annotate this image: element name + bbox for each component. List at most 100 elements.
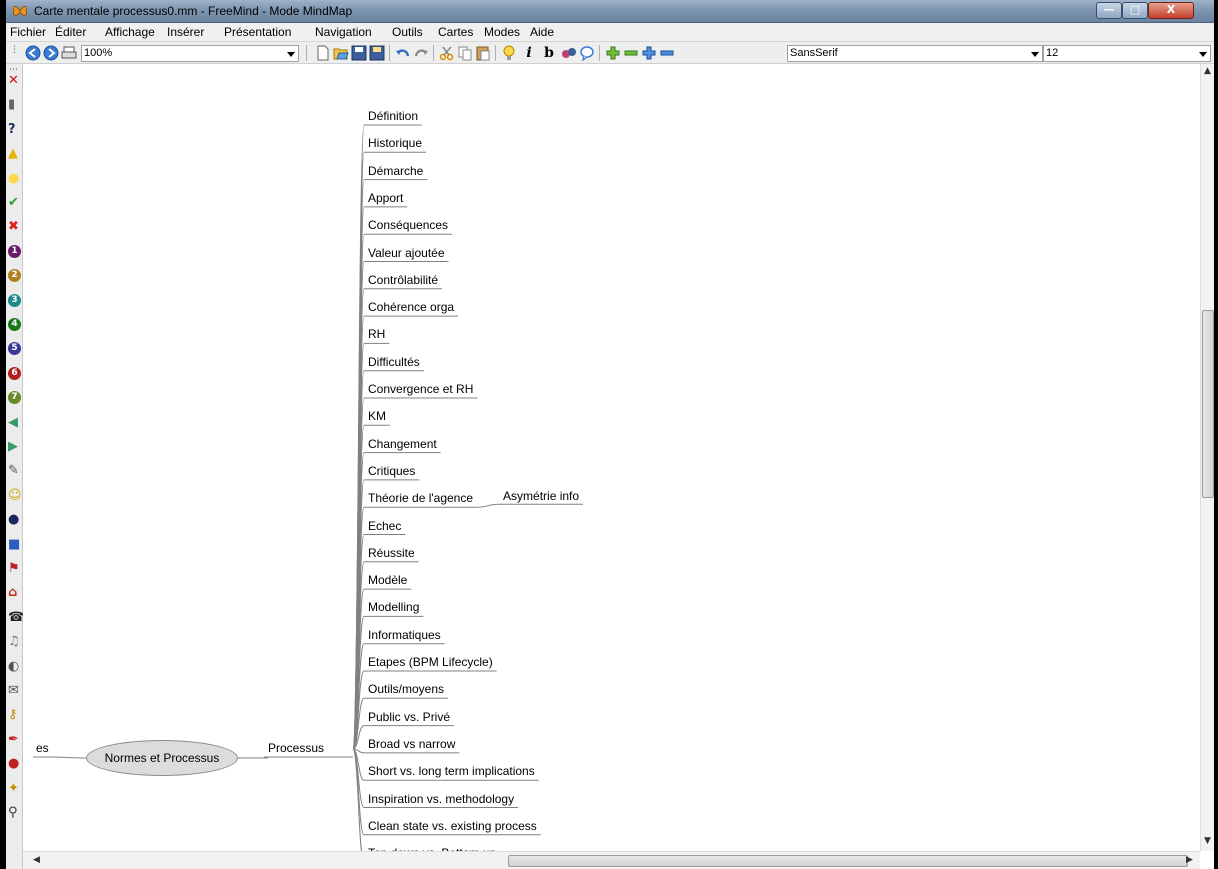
child-node[interactable]: Public vs. Privé [368, 710, 450, 724]
glasses-icon[interactable]: ◐ [8, 660, 21, 673]
child-node[interactable]: Apport [368, 191, 403, 205]
italic-button[interactable]: i [521, 45, 537, 61]
plus-blue-icon[interactable] [641, 45, 657, 61]
arrow-left-icon[interactable]: ◀ [8, 416, 21, 429]
priority-6-icon[interactable]: 6 [8, 366, 21, 380]
phone-icon[interactable]: ☎ [8, 611, 24, 624]
scroll-up-icon[interactable]: ▲ [1204, 66, 1211, 76]
pencil-icon[interactable]: ✎ [8, 464, 21, 477]
scroll-right-icon[interactable]: ▶ [1186, 855, 1193, 865]
paste-icon[interactable] [475, 45, 491, 61]
menu-outils[interactable]: Outils [392, 25, 423, 39]
grandchild-node[interactable]: Asymétrie info [503, 489, 579, 503]
close-button[interactable]: X [1148, 2, 1194, 19]
open-folder-icon[interactable] [333, 45, 349, 61]
child-node[interactable]: Conséquences [368, 218, 448, 232]
priority-1-icon[interactable]: 1 [8, 244, 21, 258]
vertical-scrollbar[interactable]: ▲ ▼ [1200, 64, 1214, 851]
save-icon[interactable] [351, 45, 367, 61]
child-node[interactable]: Short vs. long term implications [368, 764, 535, 778]
minimize-button[interactable]: — [1096, 2, 1122, 19]
menu-navigation[interactable]: Navigation [315, 25, 372, 39]
arrow-right-icon[interactable]: ▶ [8, 440, 21, 453]
child-node[interactable]: Réussite [368, 546, 415, 560]
home-icon[interactable]: ⌂ [8, 586, 21, 599]
delete-icon[interactable]: ✕ [8, 74, 21, 87]
child-node[interactable]: Difficultés [368, 355, 420, 369]
plus-green-icon[interactable] [605, 45, 621, 61]
child-node[interactable]: KM [368, 409, 386, 423]
child-node[interactable]: Critiques [368, 464, 415, 478]
menu-affichage[interactable]: Affichage [105, 25, 155, 39]
child-node[interactable]: Convergence et RH [368, 382, 473, 396]
menu-modes[interactable]: Modes [484, 25, 520, 39]
print-icon[interactable] [61, 45, 77, 61]
scroll-down-icon[interactable]: ▼ [1204, 836, 1211, 846]
maximize-button[interactable]: □ [1122, 2, 1148, 19]
smiley-icon[interactable]: ☺ [8, 489, 22, 502]
redo-icon[interactable] [413, 45, 429, 61]
back-icon[interactable] [25, 45, 41, 61]
menu-fichier[interactable]: Fichier [10, 25, 46, 39]
child-node[interactable]: Définition [368, 109, 418, 123]
child-node[interactable]: Inspiration vs. methodology [368, 792, 514, 806]
speech-bubble-icon[interactable] [579, 45, 595, 61]
cross-icon[interactable]: ✖ [8, 220, 21, 233]
book-icon[interactable]: ■ [8, 538, 21, 551]
child-node[interactable]: Cohérence orga [368, 300, 454, 314]
scroll-left-icon[interactable]: ◀ [33, 855, 40, 865]
forward-icon[interactable] [43, 45, 59, 61]
priority-2-icon[interactable]: 2 [8, 269, 21, 283]
key-icon[interactable]: ⚷ [8, 708, 21, 721]
warning-icon[interactable]: ▲ [8, 147, 21, 160]
question-icon[interactable]: ? [8, 123, 21, 136]
priority-4-icon[interactable]: 4 [8, 318, 21, 331]
lightbulb-icon[interactable] [501, 45, 517, 61]
stop-light-icon[interactable]: ● [8, 757, 21, 770]
magic-wand-icon[interactable]: ✦ [8, 782, 21, 795]
font-size-select[interactable]: 12 [1043, 45, 1211, 62]
branch-node[interactable]: Processus [268, 741, 324, 755]
cut-icon[interactable] [439, 45, 455, 61]
child-node[interactable]: Démarche [368, 164, 423, 178]
minus-blue-icon[interactable] [659, 45, 675, 61]
save-as-icon[interactable] [369, 45, 385, 61]
menu-aide[interactable]: Aide [530, 25, 554, 39]
child-node[interactable]: Modèle [368, 573, 407, 587]
menu-editer[interactable]: Éditer [55, 25, 86, 39]
child-node[interactable]: Valeur ajoutée [368, 246, 445, 260]
bold-button[interactable]: b [541, 45, 557, 61]
child-node[interactable]: RH [368, 327, 385, 341]
flag-icon[interactable]: ⚑ [8, 562, 21, 575]
menu-inserer[interactable]: Insérer [167, 25, 204, 39]
minus-green-icon[interactable] [623, 45, 639, 61]
priority-3-icon[interactable]: 3 [8, 293, 21, 307]
music-icon[interactable]: ♫ [8, 635, 21, 648]
vertical-scroll-thumb[interactable] [1202, 310, 1214, 498]
child-node[interactable]: Modelling [368, 600, 419, 614]
child-node[interactable]: Etapes (BPM Lifecycle) [368, 655, 493, 669]
menu-presentation[interactable]: Présentation [224, 25, 291, 39]
menu-cartes[interactable]: Cartes [438, 25, 473, 39]
child-node[interactable]: Outils/moyens [368, 682, 444, 696]
child-node[interactable]: Historique [368, 136, 422, 150]
mail-icon[interactable]: ✉ [8, 684, 21, 697]
child-node[interactable]: Echec [368, 519, 401, 533]
child-node[interactable]: Informatiques [368, 628, 441, 642]
idea-icon[interactable]: ● [8, 172, 21, 185]
cloud-icon[interactable] [561, 45, 577, 61]
zoom-select[interactable]: 100% [81, 45, 299, 62]
horizontal-scrollbar[interactable]: ◀ ▶ [23, 851, 1200, 869]
undo-icon[interactable] [395, 45, 411, 61]
mindmap-canvas[interactable]: es Normes et Processus Processus Définit… [23, 64, 1200, 851]
new-file-icon[interactable] [315, 45, 331, 61]
trash-icon[interactable]: ▮ [8, 98, 21, 111]
check-icon[interactable]: ✔ [8, 196, 21, 209]
left-partial-node[interactable]: es [36, 741, 49, 755]
toolbar-grip-icon[interactable]: ⋮ [10, 45, 19, 55]
child-node[interactable]: Contrôlabilité [368, 273, 438, 287]
horizontal-scroll-thumb[interactable] [508, 855, 1188, 867]
pen-icon[interactable]: ✒ [8, 733, 21, 746]
title-bar[interactable]: Carte mentale processus0.mm - FreeMind -… [6, 0, 1214, 23]
priority-5-icon[interactable]: 5 [8, 342, 21, 356]
